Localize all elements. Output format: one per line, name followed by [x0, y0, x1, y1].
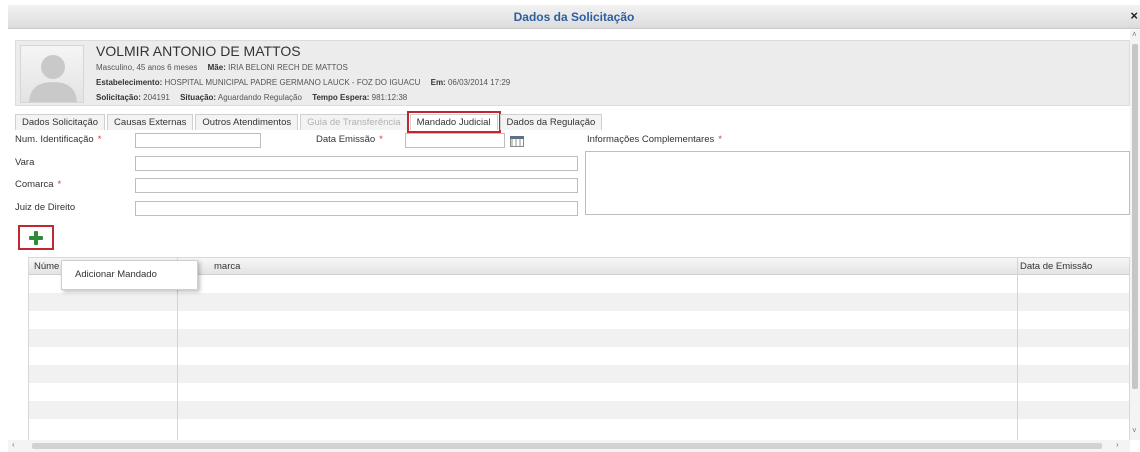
table-row — [29, 401, 1129, 419]
patient-sex-age: Masculino, 45 anos 6 meses — [96, 63, 198, 72]
wait-label: Tempo Espera: — [312, 93, 370, 102]
person-icon — [29, 55, 77, 102]
emission-date-input[interactable] — [405, 133, 505, 148]
calendar-icon[interactable] — [510, 136, 524, 147]
avatar — [20, 45, 84, 103]
column-header-numero[interactable]: Núme — [34, 261, 59, 272]
tab-dados-solicitacao[interactable]: Dados Solicitação — [15, 114, 106, 130]
patient-line-2: Estabelecimento: HOSPITAL MUNICIPAL PADR… — [96, 78, 510, 87]
table-row — [29, 347, 1129, 365]
patient-line-1: Masculino, 45 anos 6 meses Mãe: IRIA BEL… — [96, 63, 348, 72]
wait-value: 981:12:38 — [371, 93, 408, 102]
tab-mandado-judicial[interactable]: Mandado Judicial — [406, 111, 501, 133]
horizontal-scroll-thumb[interactable] — [32, 443, 1102, 449]
comarca-label: Comarca * — [15, 179, 62, 190]
num-id-input[interactable] — [135, 133, 261, 148]
add-mandado-button[interactable] — [18, 225, 54, 250]
table-row — [29, 329, 1129, 347]
column-header-comarca[interactable]: marca — [214, 261, 240, 272]
comarca-input[interactable] — [135, 178, 578, 193]
tab-outros-atendimentos[interactable]: Outros Atendimentos — [195, 114, 299, 130]
juiz-label: Juiz de Direito — [15, 202, 76, 213]
table-row — [29, 365, 1129, 383]
scroll-down-icon[interactable]: ˅ — [1132, 426, 1137, 435]
request-label: Solicitação: — [96, 93, 141, 102]
mother-label: Mãe: — [207, 63, 226, 72]
close-icon[interactable]: × — [1130, 8, 1138, 23]
vertical-scroll-thumb[interactable] — [1132, 44, 1138, 389]
tab-dados-regulacao[interactable]: Dados da Regulação — [499, 114, 603, 130]
mother-name: IRIA BELONI RECH DE MATTOS — [228, 63, 348, 72]
table-row — [29, 293, 1129, 311]
vertical-scrollbar[interactable]: ˄ ˅ — [1130, 30, 1140, 440]
establishment-label: Estabelecimento: — [96, 78, 163, 87]
juiz-input[interactable] — [135, 201, 578, 216]
tab-guia-transferencia: Guia de Transferência — [300, 114, 408, 130]
patient-header: VOLMIR ANTONIO DE MATTOS Masculino, 45 a… — [15, 40, 1130, 106]
status-label: Situação: — [180, 93, 217, 102]
mandado-form: Num. Identificação * Data Emissão * Inform… — [15, 130, 1130, 220]
column-divider — [1017, 258, 1018, 440]
request-value: 204191 — [143, 93, 170, 102]
scroll-right-icon[interactable]: › — [1116, 440, 1119, 449]
horizontal-scrollbar[interactable]: ‹ › — [8, 440, 1130, 452]
tab-causas-externas[interactable]: Causas Externas — [107, 114, 194, 130]
establishment-value: HOSPITAL MUNICIPAL PADRE GERMANO LAUCK -… — [164, 78, 421, 87]
info-label: Informações Complementares * — [587, 134, 722, 145]
plus-icon — [28, 230, 44, 246]
window-title: Dados da Solicitação — [513, 10, 635, 24]
date-value: 06/03/2014 17:29 — [447, 78, 511, 87]
scroll-up-icon[interactable]: ˄ — [1132, 30, 1137, 39]
window-titlebar: Dados da Solicitação × — [8, 5, 1140, 29]
status-value: Aguardando Regulação — [217, 93, 302, 102]
num-id-label: Num. Identificação * — [15, 134, 102, 145]
date-label: Em: — [430, 78, 446, 87]
info-textarea[interactable] — [585, 151, 1130, 215]
emission-label: Data Emissão * — [316, 134, 383, 145]
patient-line-3: Solicitação: 204191 Situação: Aguardando… — [96, 93, 407, 102]
patient-name: VOLMIR ANTONIO DE MATTOS — [96, 43, 301, 59]
table-row — [29, 383, 1129, 401]
vara-label: Vara — [15, 157, 35, 168]
context-menu: Adicionar Mandado — [61, 260, 198, 290]
table-row — [29, 419, 1129, 437]
table-row — [29, 311, 1129, 329]
tab-bar: Dados Solicitação Causas Externas Outros… — [15, 111, 604, 133]
scroll-left-icon[interactable]: ‹ — [12, 440, 15, 449]
column-header-data-emissao[interactable]: Data de Emissão — [1020, 261, 1092, 272]
menu-item-adicionar-mandado[interactable]: Adicionar Mandado — [75, 269, 157, 280]
vara-input[interactable] — [135, 156, 578, 171]
